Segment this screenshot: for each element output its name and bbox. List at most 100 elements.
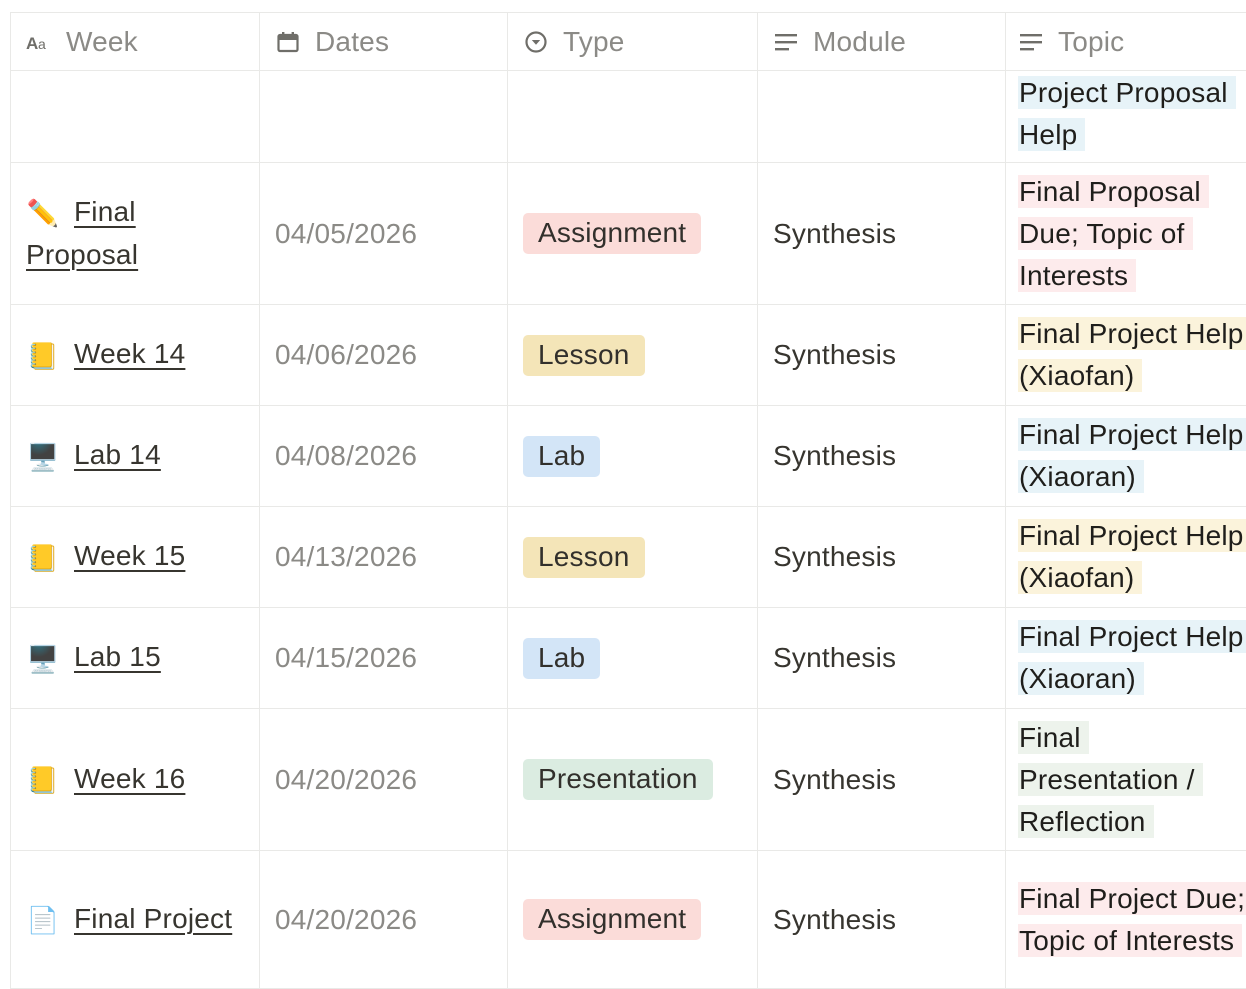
type-tag: Lab	[523, 435, 601, 477]
type-cell[interactable]: Lesson	[508, 507, 758, 607]
table-row: 📄 Final Project 04/20/2026 Assignment Synthe…	[10, 851, 1246, 989]
topic-highlight: Final Project Help (Xiaoran)	[1018, 620, 1246, 695]
topic-cell[interactable]: Final Presentation / Reflection	[1006, 709, 1246, 850]
table-header: Aa Week Dates Type Module Topic	[10, 12, 1246, 71]
topic-cell[interactable]: Final Project Due; Topic of Interests	[1006, 851, 1246, 988]
type-tag: Assignment	[523, 213, 702, 254]
week-cell[interactable]: 🖥️ Lab 14	[10, 406, 260, 506]
column-header-module[interactable]: Module	[758, 13, 1006, 70]
topic-text: Final Project Help (Xiaofan)	[1018, 515, 1246, 599]
topic-cell[interactable]: Final Proposal Due; Topic of Interests	[1006, 163, 1246, 304]
table-row: 📒 Week 14 04/06/2026 Lesson Synthesis Final P…	[10, 305, 1246, 406]
topic-cell[interactable]: Final Project Help (Xiaoran)	[1006, 608, 1246, 708]
module-cell[interactable]: Synthesis	[758, 406, 1006, 506]
module-value: Synthesis	[773, 339, 897, 370]
type-cell[interactable]: Lesson	[508, 305, 758, 405]
type-cell[interactable]: Assignment	[508, 851, 758, 988]
type-tag: Lesson	[523, 334, 645, 376]
date-cell[interactable]: 04/15/2026	[260, 608, 508, 708]
week-link[interactable]: Week 14	[74, 338, 185, 369]
text-lines-icon	[773, 32, 799, 52]
week-link[interactable]: Lab 14	[74, 439, 161, 470]
date-value: 04/13/2026	[275, 541, 418, 572]
week-cell[interactable]: 📒 Week 16	[10, 709, 260, 850]
module-cell[interactable]: Synthesis	[758, 608, 1006, 708]
date-cell[interactable]: 04/05/2026	[260, 163, 508, 304]
type-tag: Lab	[523, 637, 601, 679]
date-cell[interactable]	[260, 71, 508, 162]
notebook-icon: 📒	[26, 765, 60, 796]
type-cell[interactable]: Presentation	[508, 709, 758, 850]
database-table: Aa Week Dates Type Module Topic Project …	[10, 12, 1246, 989]
topic-text: Final Presentation / Reflection	[1018, 717, 1246, 843]
table-row: Project Proposal Help	[10, 71, 1246, 163]
date-cell[interactable]: 04/08/2026	[260, 406, 508, 506]
table-body: Project Proposal Help ✏️ Final Proposal 04/…	[10, 71, 1246, 989]
title-text-icon: Aa	[26, 32, 52, 52]
date-value: 04/20/2026	[275, 903, 418, 935]
date-cell[interactable]: 04/13/2026	[260, 507, 508, 607]
week-cell[interactable]: ✏️ Final Proposal	[10, 163, 260, 304]
column-header-week[interactable]: Aa Week	[10, 13, 260, 70]
week-link[interactable]: Week 15	[74, 540, 185, 571]
notebook-icon: 📒	[26, 542, 60, 573]
table-row: 🖥️ Lab 15 04/15/2026 Lab Synthesis Final Proj…	[10, 608, 1246, 709]
table-row: 📒 Week 15 04/13/2026 Lesson Synthesis Final P…	[10, 507, 1246, 608]
week-link[interactable]: Lab 15	[74, 641, 161, 672]
week-link[interactable]: Final Project	[74, 903, 232, 934]
module-cell[interactable]: Synthesis	[758, 507, 1006, 607]
date-value: 04/06/2026	[275, 339, 418, 370]
date-value: 04/05/2026	[275, 217, 418, 249]
date-value: 04/15/2026	[275, 642, 418, 673]
table-row: ✏️ Final Proposal 04/05/2026 Assignment Synt…	[10, 163, 1246, 305]
table-row: 📒 Week 16 04/20/2026 Presentation Synthesis F…	[10, 709, 1246, 851]
week-cell[interactable]: 🖥️ Lab 15	[10, 608, 260, 708]
topic-cell[interactable]: Final Project Help (Xiaofan)	[1006, 305, 1246, 405]
week-title: 📒 Week 15	[26, 535, 185, 579]
date-cell[interactable]: 04/06/2026	[260, 305, 508, 405]
date-cell[interactable]: 04/20/2026	[260, 709, 508, 850]
topic-highlight: Final Project Help (Xiaoran)	[1018, 418, 1246, 493]
topic-text: Project Proposal Help	[1018, 72, 1246, 156]
module-cell[interactable]: Synthesis	[758, 851, 1006, 988]
week-cell[interactable]: 📒 Week 14	[10, 305, 260, 405]
module-value: Synthesis	[773, 763, 897, 795]
module-cell[interactable]: Synthesis	[758, 163, 1006, 304]
topic-highlight: Final Presentation / Reflection	[1018, 720, 1203, 838]
date-value: 04/20/2026	[275, 763, 418, 795]
desktop-computer-icon: 🖥️	[26, 643, 60, 674]
column-header-topic[interactable]: Topic	[1006, 13, 1246, 70]
module-value: Synthesis	[773, 440, 897, 471]
type-cell[interactable]: Assignment	[508, 163, 758, 304]
module-value: Synthesis	[773, 541, 897, 572]
type-cell[interactable]	[508, 71, 758, 162]
module-cell[interactable]: Synthesis	[758, 709, 1006, 850]
svg-text:a: a	[38, 36, 46, 52]
module-value: Synthesis	[773, 903, 897, 935]
type-tag: Lesson	[523, 536, 645, 578]
column-header-label: Type	[563, 25, 625, 57]
week-cell[interactable]: 📒 Week 15	[10, 507, 260, 607]
topic-cell[interactable]: Project Proposal Help	[1006, 71, 1246, 162]
topic-cell[interactable]: Final Project Help (Xiaoran)	[1006, 406, 1246, 506]
week-cell[interactable]	[10, 71, 260, 162]
date-cell[interactable]: 04/20/2026	[260, 851, 508, 988]
topic-cell[interactable]: Final Project Help (Xiaofan)	[1006, 507, 1246, 607]
date-value: 04/08/2026	[275, 440, 418, 471]
week-cell[interactable]: 📄 Final Project	[10, 851, 260, 988]
notebook-icon: 📒	[26, 340, 60, 371]
module-cell[interactable]	[758, 71, 1006, 162]
week-title: ✏️ Final Proposal	[26, 191, 245, 277]
week-link[interactable]: Week 16	[74, 763, 185, 794]
column-header-dates[interactable]: Dates	[260, 13, 508, 70]
topic-text: Final Proposal Due; Topic of Interests	[1018, 171, 1246, 297]
type-tag: Assignment	[523, 899, 702, 940]
module-cell[interactable]: Synthesis	[758, 305, 1006, 405]
svg-text:A: A	[26, 34, 38, 52]
week-title: 📒 Week 16	[26, 758, 185, 802]
type-cell[interactable]: Lab	[508, 608, 758, 708]
module-value: Synthesis	[773, 642, 897, 673]
type-cell[interactable]: Lab	[508, 406, 758, 506]
column-header-type[interactable]: Type	[508, 13, 758, 70]
column-header-label: Dates	[315, 25, 390, 57]
